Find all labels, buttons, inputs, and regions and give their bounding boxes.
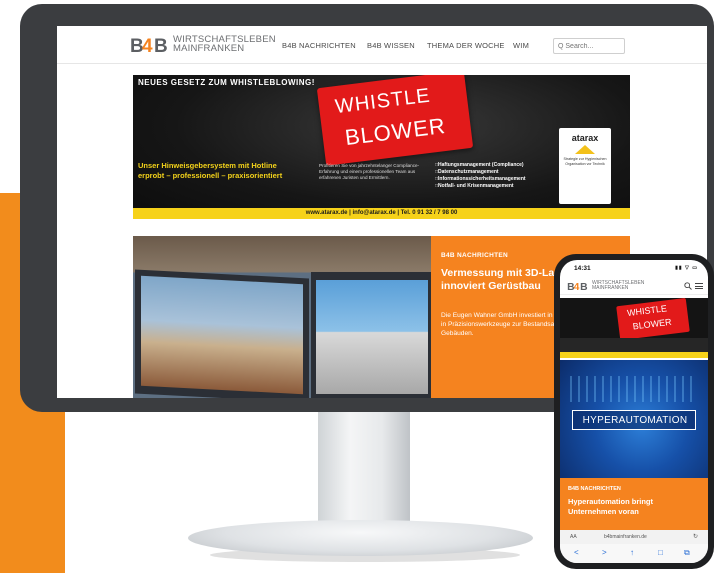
monitor-stand-neck	[318, 412, 410, 530]
phone-article-panel[interactable]: B4B NACHRICHTEN Hyperautomation bringt U…	[560, 478, 708, 530]
logo-line-2: MAINFRANKEN	[592, 285, 629, 291]
phone-ad-banner[interactable]: WHISTLE BLOWER	[560, 298, 708, 358]
ad-claim: Unser Hinweisgebersystem mit Hotline erp…	[138, 161, 318, 181]
phone-clock: 14:31	[574, 265, 591, 272]
b4b-logo-mark[interactable]: B 4 B	[566, 280, 590, 292]
ad-text-strip	[560, 338, 708, 352]
phone-screen: 14:31 ▮▮ ▽ ▭ B 4 B WIRTSCHAFTSLEBEN MAIN…	[560, 260, 708, 563]
photo-monitor-right-screen	[316, 280, 428, 394]
nav-item-b4b-wissen[interactable]: B4B WISSEN	[367, 41, 415, 50]
search-box[interactable]	[553, 38, 625, 54]
circuit-pattern	[570, 376, 698, 402]
phone-status-bar: 14:31 ▮▮ ▽ ▭	[560, 260, 708, 275]
ad-service-item: Haftungsmanagement (Compliance)	[435, 162, 526, 169]
product-mockup-scene: B 4 B WIRTSCHAFTSLEBEN MAINFRANKEN B4B N…	[0, 0, 718, 573]
back-icon[interactable]: <	[574, 548, 579, 557]
smartphone: 14:31 ▮▮ ▽ ▭ B 4 B WIRTSCHAFTSLEBEN MAIN…	[554, 254, 714, 569]
featured-article-image	[133, 236, 431, 398]
ad-contact-footer: www.atarax.de | info@atarax.de | Tel. 0 …	[133, 208, 630, 219]
hyperautomation-box: HYPERAUTOMATION	[572, 410, 696, 430]
b4b-logo-mark[interactable]: B 4 B	[130, 34, 170, 56]
tabs-icon[interactable]: ⧉	[684, 548, 690, 558]
phone-logo-text[interactable]: WIRTSCHAFTSLEBEN MAINFRANKEN	[592, 281, 644, 291]
search-input[interactable]	[558, 40, 624, 52]
ad-service-item: Notfall- und Krisenmanagement	[435, 183, 526, 190]
svg-text:4: 4	[574, 282, 580, 292]
phone-site-header: B 4 B WIRTSCHAFTSLEBEN MAINFRANKEN	[560, 277, 708, 295]
atarax-name: atarax	[571, 133, 599, 143]
site-header: B 4 B WIRTSCHAFTSLEBEN MAINFRANKEN B4B N…	[57, 26, 707, 64]
photo-monitor-right	[311, 272, 431, 398]
atarax-tagline: Strategie zur Hygienischen Organisation …	[563, 157, 607, 166]
monitor-stand-base	[188, 520, 533, 556]
ad-description: Profitieren Sie von jahrzehntelanger Com…	[319, 163, 420, 180]
sign-line-2: BLOWER	[632, 316, 673, 332]
sign-line-2: BLOWER	[343, 112, 448, 151]
search-icon[interactable]	[684, 282, 692, 290]
ad-yellow-footer	[560, 352, 708, 358]
ad-headline: NEUES GESETZ ZUM WHISTLEBLOWING!	[138, 78, 315, 87]
hamburger-menu-icon[interactable]	[695, 283, 703, 289]
atarax-logo-badge: atarax Strategie zur Hygienischen Organi…	[559, 128, 611, 204]
photo-monitor-left	[135, 269, 309, 398]
svg-text:B: B	[580, 282, 588, 292]
signal-wifi-battery-icons: ▮▮ ▽ ▭	[675, 265, 698, 271]
ad-service-item: Informationssicherheitsmanagement	[435, 176, 526, 183]
article-category[interactable]: B4B NACHRICHTEN	[441, 252, 508, 259]
phone-url-bar[interactable]: AA b4bmainfranken.de ↻	[560, 530, 708, 544]
forward-icon[interactable]: >	[602, 548, 607, 557]
site-logo-text[interactable]: WIRTSCHAFTSLEBEN MAINFRANKEN	[173, 35, 276, 54]
article-title[interactable]: Hyperautomation bringt Unternehmen voran	[568, 497, 700, 517]
share-icon[interactable]: ↑	[630, 548, 634, 557]
nav-item-wim[interactable]: WIM	[513, 41, 529, 50]
svg-text:4: 4	[142, 36, 153, 56]
nav-item-thema-der-woche[interactable]: THEMA DER WOCHE	[427, 41, 505, 50]
ad-service-list: Haftungsmanagement (Compliance) Datensch…	[435, 162, 526, 190]
hyperautomation-label: HYPERAUTOMATION	[582, 415, 688, 426]
sign-line-1: WHISTLE	[333, 84, 432, 119]
nav-item-b4b-nachrichten[interactable]: B4B NACHRICHTEN	[282, 41, 356, 50]
svg-text:B: B	[154, 36, 168, 56]
bookmarks-icon[interactable]: □	[658, 548, 663, 557]
logo-line-2: MAINFRANKEN	[173, 43, 245, 54]
atarax-triangle-icon	[575, 145, 595, 154]
whistleblower-ad-banner[interactable]: NEUES GESETZ ZUM WHISTLEBLOWING! WHISTLE…	[133, 75, 630, 219]
text-size-button[interactable]: AA	[570, 534, 577, 540]
ad-claim-line-2: erprobt – professionell – praxisorientie…	[138, 171, 283, 180]
phone-browser-toolbar: < > ↑ □ ⧉	[560, 544, 708, 563]
ad-service-item: Datenschutzmanagement	[435, 169, 526, 176]
reload-icon[interactable]: ↻	[693, 533, 698, 540]
article-category[interactable]: B4B NACHRICHTEN	[568, 486, 621, 492]
whistleblower-sign: WHISTLE BLOWER	[616, 298, 690, 341]
url-text[interactable]: b4bmainfranken.de	[604, 534, 647, 540]
phone-article-image[interactable]: HYPERAUTOMATION	[560, 360, 708, 478]
sign-line-1: WHISTLE	[626, 303, 668, 319]
photo-monitor-left-screen	[141, 275, 303, 395]
ad-claim-line-1: Unser Hinweisgebersystem mit Hotline	[138, 161, 277, 170]
